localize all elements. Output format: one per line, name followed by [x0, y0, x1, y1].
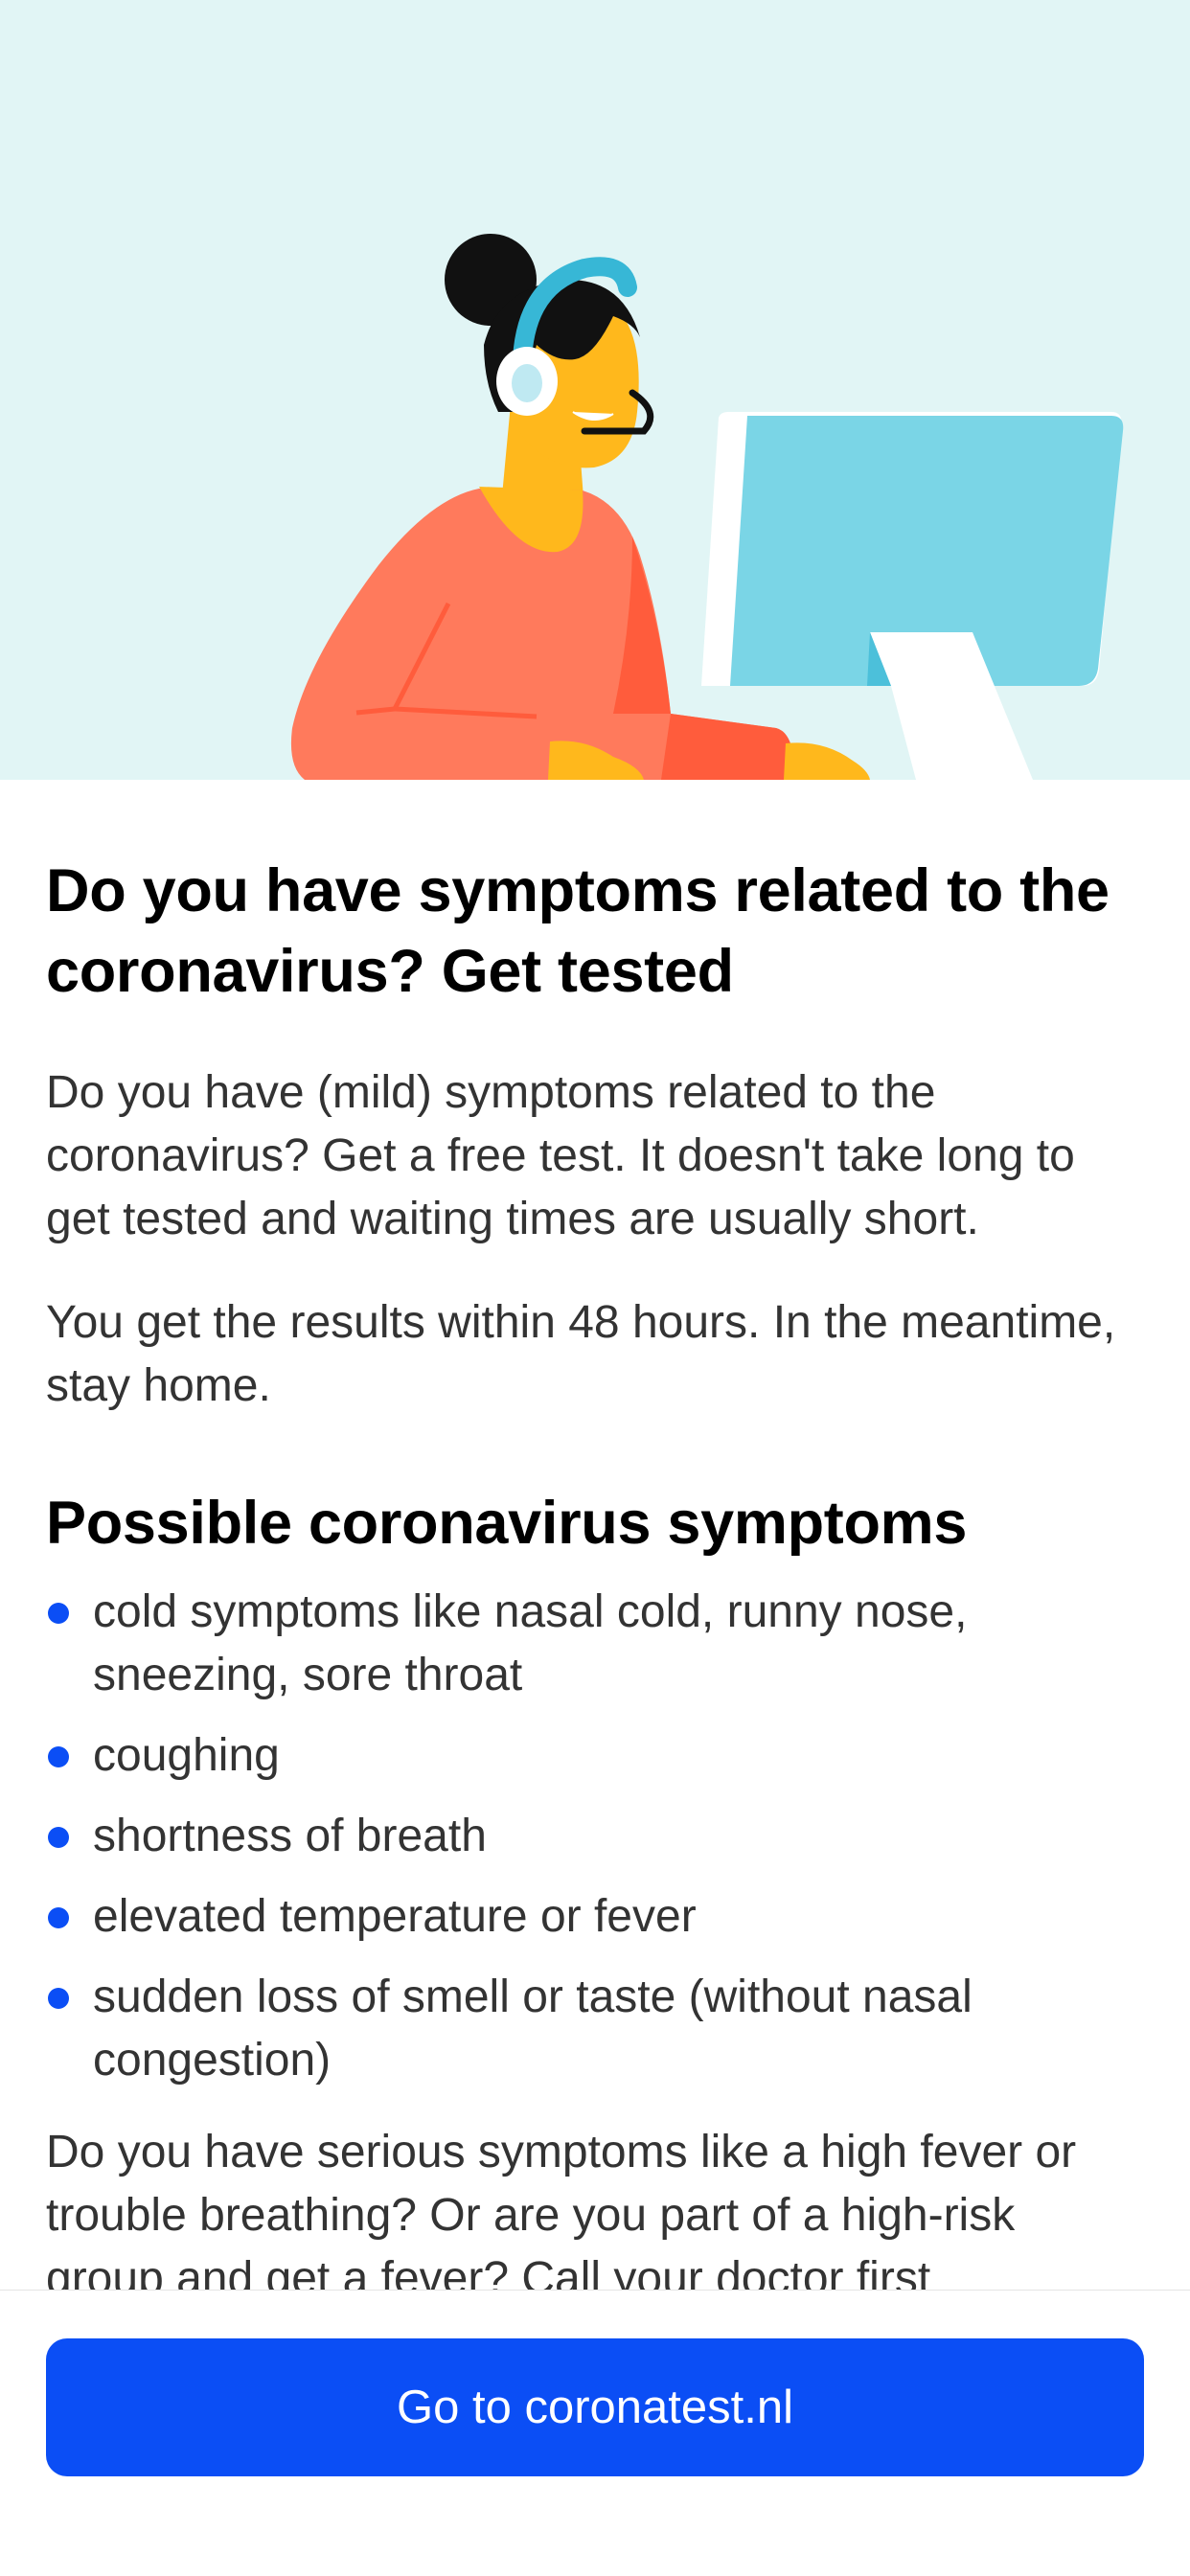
bullet-icon	[48, 1988, 69, 2009]
bullet-icon	[48, 1827, 69, 1848]
symptom-text: cold symptoms like nasal cold, runny nos…	[93, 1586, 968, 1700]
hero-illustration	[0, 0, 1190, 780]
list-item: shortness of breath	[46, 1805, 1144, 1868]
list-item: elevated temperature or fever	[46, 1885, 1144, 1949]
symptom-text: shortness of breath	[93, 1811, 487, 1861]
page-title: Do you have symptoms related to the coro…	[46, 857, 1110, 1005]
list-item: sudden loss of smell or taste (without n…	[46, 1966, 1144, 2092]
footer-bar: Go to coronatest.nl	[0, 2290, 1190, 2576]
symptom-text: sudden loss of smell or taste (without n…	[93, 1972, 973, 2086]
list-item: coughing	[46, 1724, 1144, 1788]
bullet-icon	[48, 1746, 69, 1767]
serious-symptoms-paragraph: Do you have serious symptoms like a high…	[46, 2127, 1077, 2304]
symptom-text: coughing	[93, 1730, 280, 1781]
results-paragraph: You get the results within 48 hours. In …	[46, 1297, 1116, 1411]
list-item: cold symptoms like nasal cold, runny nos…	[46, 1581, 1144, 1707]
call-center-agent-illustration	[290, 234, 1124, 780]
main-content: Do you have symptoms related to the coro…	[46, 780, 1144, 2311]
symptoms-heading: Possible coronavirus symptoms	[46, 1490, 968, 1557]
symptoms-list: cold symptoms like nasal cold, runny nos…	[46, 1581, 1144, 2092]
symptom-text: elevated temperature or fever	[93, 1891, 697, 1942]
intro-paragraph: Do you have (mild) symptoms related to t…	[46, 1067, 1075, 1244]
bullet-icon	[48, 1907, 69, 1928]
bullet-icon	[48, 1603, 69, 1624]
go-to-coronatest-button[interactable]: Go to coronatest.nl	[46, 2338, 1144, 2476]
